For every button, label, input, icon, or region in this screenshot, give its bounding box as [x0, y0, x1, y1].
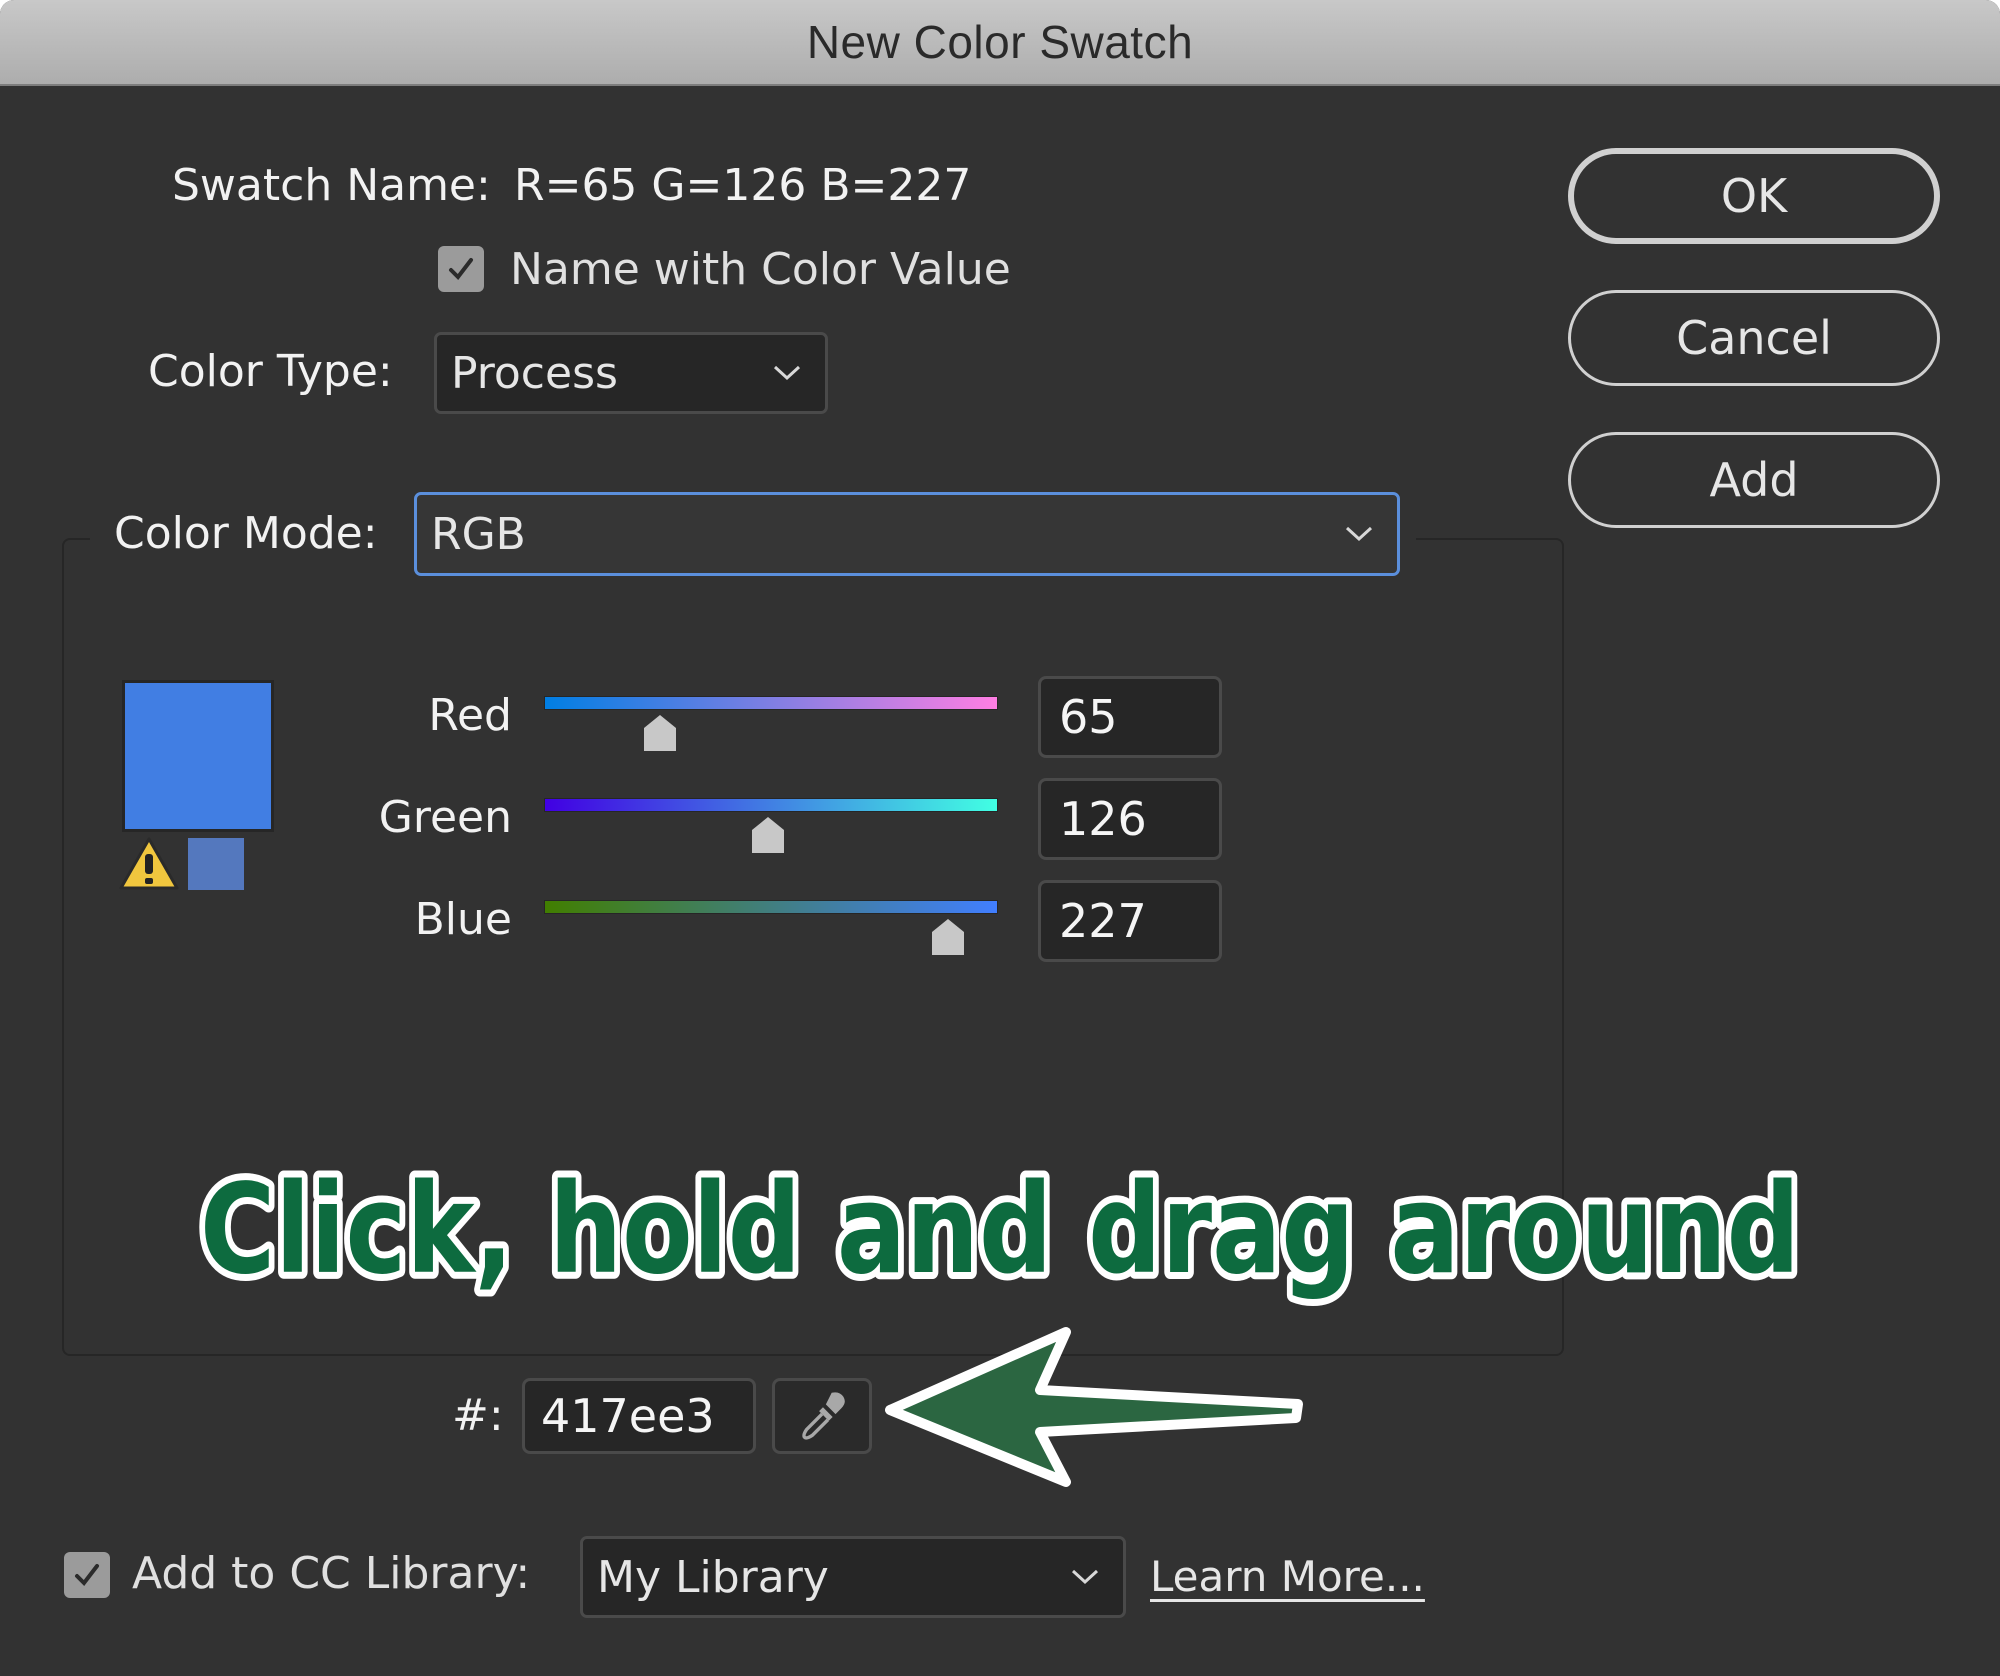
gamut-warning-icon[interactable] [118, 836, 180, 892]
green-label: Green [378, 792, 512, 843]
in-gamut-swatch[interactable] [188, 838, 244, 890]
blue-label: Blue [414, 894, 512, 945]
green-slider-thumb[interactable] [751, 816, 785, 854]
red-value-field[interactable]: 65 [1038, 676, 1222, 758]
color-preview-swatch [122, 680, 274, 832]
annotation-text: Click, hold and drag around [200, 1158, 1800, 1302]
new-color-swatch-dialog: New Color Swatch Swatch Name: R=65 G=126… [0, 0, 2000, 1676]
name-with-color-value-label[interactable]: Name with Color Value [510, 244, 1011, 295]
blue-slider-track[interactable] [544, 900, 998, 914]
eyedropper-icon [802, 1392, 845, 1440]
color-mode-dropdown[interactable]: RGB [414, 492, 1400, 576]
swatch-name-value: R=65 G=126 B=227 [514, 160, 972, 211]
checkmark-icon [75, 1564, 99, 1587]
title-bar[interactable]: New Color Swatch [0, 0, 2000, 86]
cancel-button[interactable]: Cancel [1568, 290, 1940, 386]
green-slider-track[interactable] [544, 798, 998, 812]
red-slider-thumb[interactable] [643, 714, 677, 752]
instruction-annotation: Click, hold and drag around Click, hold … [193, 1151, 1807, 1309]
eyedropper-button[interactable] [772, 1378, 872, 1454]
library-value: My Library [597, 1551, 829, 1603]
chevron-down-icon [1345, 526, 1373, 542]
add-to-cc-library-checkbox[interactable] [64, 1552, 110, 1598]
red-label: Red [428, 690, 512, 741]
red-slider-track[interactable] [544, 696, 998, 710]
add-button[interactable]: Add [1568, 432, 1940, 528]
dialog-title: New Color Swatch [806, 16, 1194, 68]
name-with-color-value-checkbox[interactable] [438, 246, 484, 292]
annotation-arrow-icon [885, 1327, 1303, 1487]
green-value-field[interactable]: 126 [1038, 778, 1222, 860]
color-mode-value: RGB [431, 508, 526, 560]
color-type-value: Process [451, 347, 618, 399]
chevron-down-icon [773, 365, 801, 381]
blue-value-field[interactable]: 227 [1038, 880, 1222, 962]
ok-button[interactable]: OK [1568, 148, 1940, 244]
color-type-dropdown[interactable]: Process [434, 332, 828, 414]
learn-more-link[interactable]: Learn More... [1150, 1552, 1425, 1601]
blue-slider-thumb[interactable] [931, 918, 965, 956]
color-mode-label: Color Mode: [114, 508, 378, 559]
swatch-name-label: Swatch Name: [172, 160, 491, 211]
hex-value-field[interactable]: 417ee3 [522, 1378, 756, 1454]
checkmark-icon [449, 258, 473, 281]
chevron-down-icon [1071, 1569, 1099, 1585]
add-to-cc-library-label[interactable]: Add to CC Library: [132, 1548, 530, 1599]
color-type-label: Color Type: [148, 346, 393, 397]
hex-label: #: [452, 1390, 504, 1441]
library-dropdown[interactable]: My Library [580, 1536, 1126, 1618]
